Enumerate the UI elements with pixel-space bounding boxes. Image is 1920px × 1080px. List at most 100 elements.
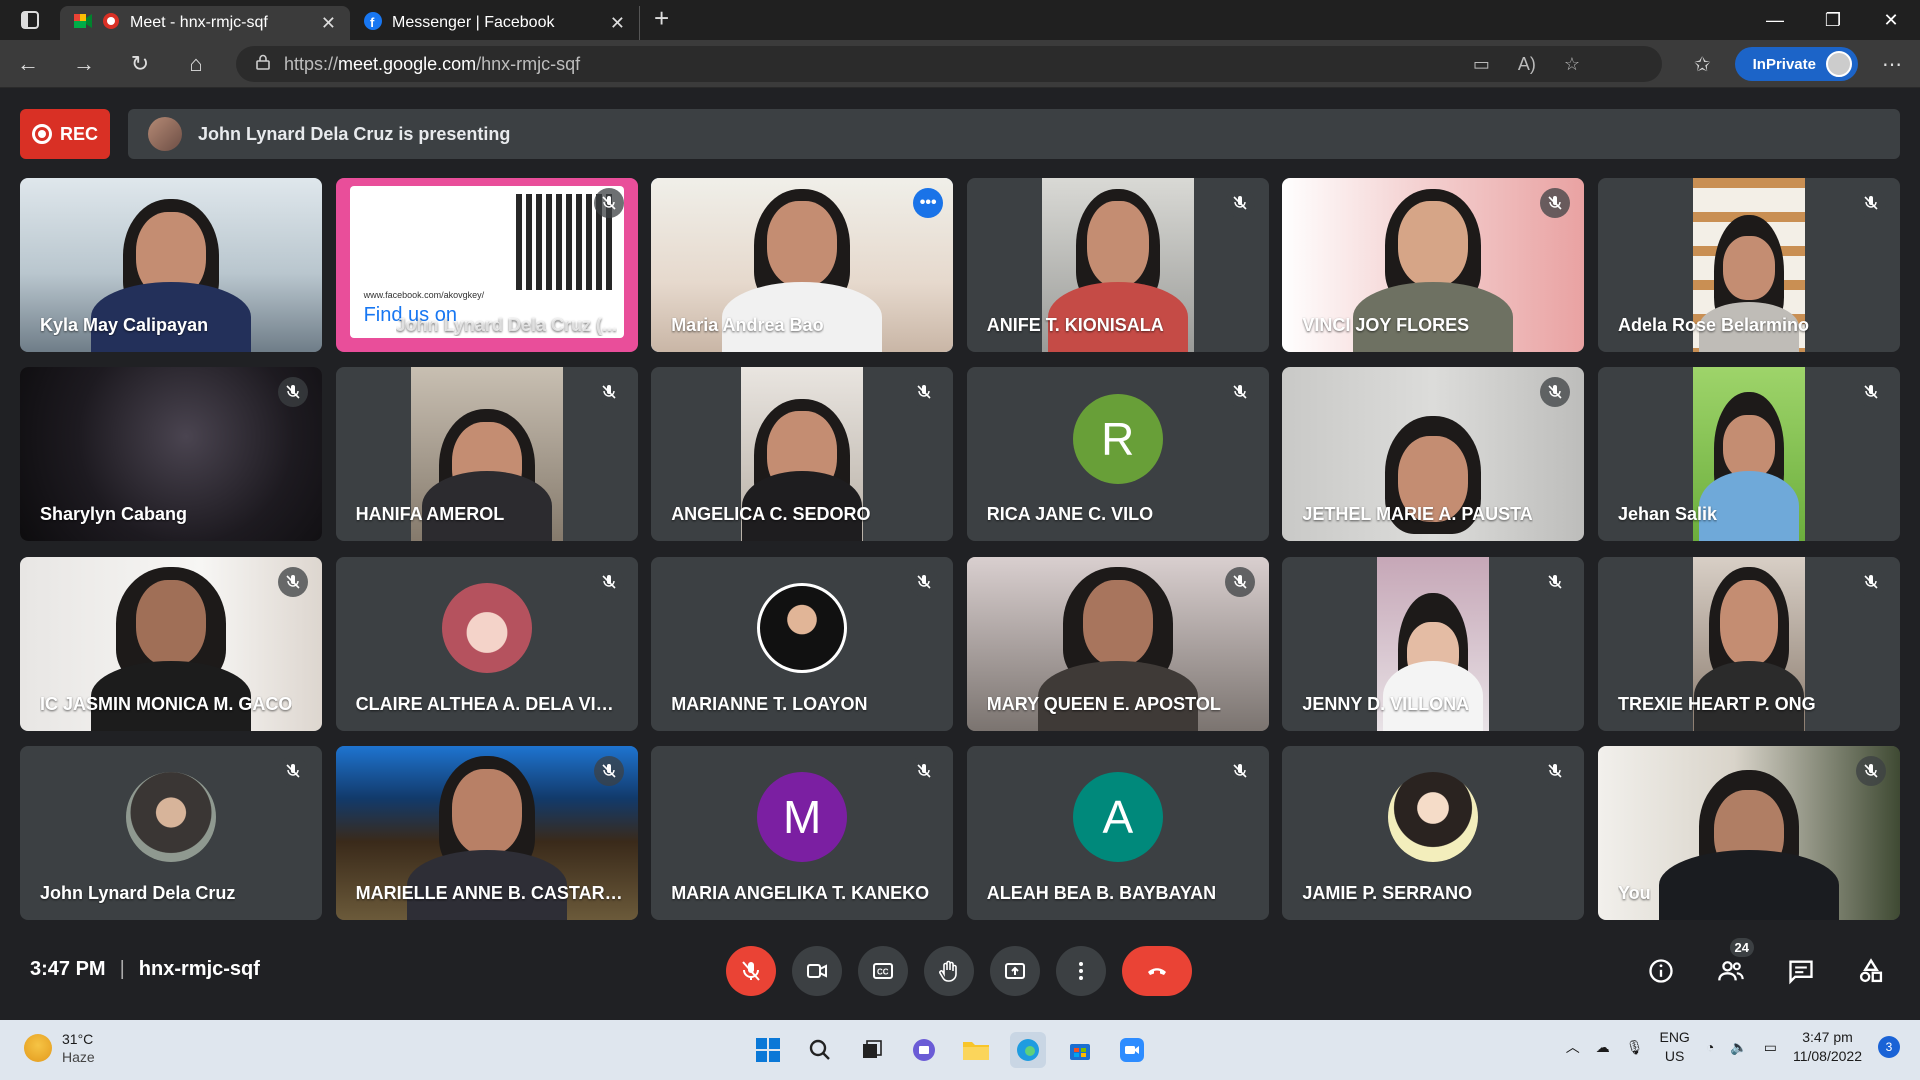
- participant-name: TREXIE HEART P. ONG: [1617, 693, 1816, 714]
- participant-tile[interactable]: MARIELLE ANNE B. CASTARDO: [335, 745, 638, 920]
- clock[interactable]: 3:47 pm 11/08/2022: [1793, 1028, 1862, 1066]
- participant-tile[interactable]: Sharylyn Cabang: [20, 367, 322, 542]
- weather-widget[interactable]: 31°C Haze: [24, 1030, 95, 1066]
- info-icon: [1649, 959, 1673, 983]
- participant-tile[interactable]: MARY QUEEN E. APOSTOL: [966, 556, 1269, 731]
- browser-right-nav: ✩ InPrivate ⋯: [1694, 46, 1902, 82]
- participant-tile[interactable]: Jehan Salik: [1597, 367, 1900, 542]
- recording-badge[interactable]: REC: [20, 109, 110, 159]
- people-button[interactable]: 24: [1706, 938, 1756, 996]
- participant-tile[interactable]: ••• Maria Andrea Bao: [651, 178, 954, 352]
- more-options-button[interactable]: [1056, 946, 1106, 996]
- teams-chat-icon[interactable]: [906, 1032, 942, 1068]
- participant-tile[interactable]: JETHEL MARIE A. PAUSTA: [1282, 367, 1585, 542]
- browser-tab-bar: Meet - hnx-rmjc-sqf ✕ f Messenger | Face…: [0, 0, 1920, 40]
- inprivate-button[interactable]: InPrivate: [1734, 47, 1858, 81]
- presenting-banner[interactable]: John Lynard Dela Cruz is presenting: [128, 109, 1900, 159]
- show-hidden-icons-icon[interactable]: ︿: [1566, 1037, 1580, 1057]
- camera-icon: [807, 964, 827, 978]
- participant-tile[interactable]: R RICA JANE C. VILO: [966, 367, 1269, 542]
- chat-button[interactable]: [1776, 946, 1826, 996]
- mic-toggle-button[interactable]: [726, 946, 776, 996]
- participant-tile[interactable]: You: [1597, 745, 1900, 920]
- zoom-icon[interactable]: [1114, 1032, 1150, 1068]
- present-screen-button[interactable]: [990, 946, 1040, 996]
- home-icon[interactable]: ⌂: [168, 40, 224, 88]
- participant-name: IC JASMIN MONICA M. GACO: [40, 693, 293, 714]
- minimize-icon[interactable]: —: [1746, 0, 1804, 40]
- participant-tile[interactable]: HANIFA AMEROL: [335, 367, 638, 542]
- camera-toggle-button[interactable]: [792, 946, 842, 996]
- tab-actions-icon[interactable]: [0, 0, 60, 40]
- search-icon[interactable]: [802, 1032, 838, 1068]
- participant-tile[interactable]: JAMIE P. SERRANO: [1282, 745, 1585, 920]
- muted-mic-icon: [1224, 755, 1255, 786]
- muted-mic-icon: [1855, 566, 1886, 597]
- windows-taskbar: 31°C Haze ︿ ☁ 🎙 ENG US ◔ 🔈 ▭ 3:47 pm 11/…: [0, 1020, 1920, 1080]
- participant-tile[interactable]: TREXIE HEART P. ONG: [1597, 556, 1900, 731]
- url-input[interactable]: https://meet.google.com/hnx-rmjc-sqf: [236, 46, 1662, 82]
- profile-avatar: [1826, 51, 1852, 77]
- participant-name: MARY QUEEN E. APOSTOL: [986, 693, 1221, 714]
- participant-tile[interactable]: MARIANNE T. LOAYON: [651, 556, 954, 731]
- more-options-icon[interactable]: •••: [913, 188, 944, 218]
- temperature: 31°C: [62, 1031, 94, 1047]
- file-explorer-icon[interactable]: [958, 1032, 994, 1068]
- task-view-icon[interactable]: [854, 1032, 890, 1068]
- microphone-icon[interactable]: 🎙: [1626, 1039, 1644, 1056]
- read-aloud-icon[interactable]: A): [1518, 54, 1536, 75]
- favorites-icon[interactable]: ✩: [1694, 52, 1711, 77]
- participant-tile[interactable]: ANIFE T. KIONISALA: [966, 178, 1269, 352]
- wifi-icon[interactable]: ◔: [1706, 1039, 1714, 1055]
- activities-button[interactable]: [1846, 946, 1896, 996]
- volume-icon[interactable]: 🔈: [1730, 1039, 1747, 1056]
- end-call-icon: [1148, 968, 1166, 975]
- tab-meet[interactable]: Meet - hnx-rmjc-sqf ✕: [60, 6, 350, 40]
- meeting-details-button[interactable]: [1636, 946, 1686, 996]
- tab-title: Meet - hnx-rmjc-sqf: [130, 14, 268, 31]
- participant-tile[interactable]: ANGELICA C. SEDORO: [651, 367, 954, 542]
- participant-tile[interactable]: JENNY D. VILLONA: [1282, 556, 1585, 731]
- participant-tile[interactable]: M MARIA ANGELIKA T. KANEKO: [651, 745, 954, 920]
- refresh-icon[interactable]: ↻: [112, 40, 168, 88]
- add-favorite-icon[interactable]: ☆: [1564, 54, 1580, 75]
- participant-tile[interactable]: John Lynard Dela Cruz: [20, 745, 322, 920]
- muted-mic-icon: [593, 188, 624, 218]
- presentation-tile[interactable]: www.facebook.com/akovgkey/ Find us on Jo…: [335, 178, 638, 352]
- start-icon[interactable]: [750, 1032, 786, 1068]
- restore-icon[interactable]: ❐: [1804, 0, 1862, 40]
- more-options-icon[interactable]: ⋯: [1882, 52, 1902, 77]
- close-tab-icon[interactable]: ✕: [321, 13, 336, 34]
- participant-tile[interactable]: CLAIRE ALTHEA A. DELA VICT...: [335, 556, 638, 731]
- participant-tile[interactable]: Adela Rose Belarmino: [1597, 178, 1900, 352]
- raise-hand-button[interactable]: [924, 946, 974, 996]
- participant-tile[interactable]: Kyla May Calipayan: [20, 178, 322, 352]
- store-icon[interactable]: [1062, 1032, 1098, 1068]
- url-action-icons: ▭ A) ☆: [1473, 40, 1580, 88]
- divider: |: [119, 958, 125, 980]
- record-icon: [31, 124, 52, 144]
- meeting-info: 3:47 PM | hnx-rmjc-sqf: [30, 958, 260, 981]
- leave-call-button[interactable]: [1122, 946, 1192, 996]
- battery-icon[interactable]: ▭: [1764, 1039, 1777, 1056]
- input-language[interactable]: ENG US: [1659, 1028, 1689, 1066]
- captions-button[interactable]: CC: [858, 946, 908, 996]
- participant-tile[interactable]: A ALEAH BEA B. BAYBAYAN: [966, 745, 1269, 920]
- muted-mic-icon: [1855, 188, 1886, 218]
- mic-off-icon: [742, 961, 760, 981]
- meeting-code: hnx-rmjc-sqf: [138, 958, 260, 980]
- new-tab-icon[interactable]: +: [654, 3, 669, 34]
- participant-tile[interactable]: IC JASMIN MONICA M. GACO: [20, 556, 322, 731]
- edge-icon[interactable]: [1010, 1032, 1046, 1068]
- notification-badge[interactable]: 3: [1878, 1036, 1900, 1058]
- close-window-icon[interactable]: ✕: [1862, 0, 1920, 40]
- tab-messenger[interactable]: f Messenger | Facebook ✕: [350, 6, 640, 40]
- forward-icon[interactable]: →: [56, 40, 112, 88]
- participant-name: MARIELLE ANNE B. CASTARDO: [355, 882, 626, 903]
- back-icon[interactable]: ←: [0, 40, 56, 88]
- onedrive-icon[interactable]: ☁: [1596, 1039, 1610, 1056]
- close-tab-icon[interactable]: ✕: [610, 13, 625, 34]
- clock-date: 11/08/2022: [1792, 1048, 1862, 1064]
- participant-tile[interactable]: VINCI JOY FLORES: [1282, 178, 1585, 352]
- camera-permission-icon[interactable]: ▭: [1473, 54, 1490, 75]
